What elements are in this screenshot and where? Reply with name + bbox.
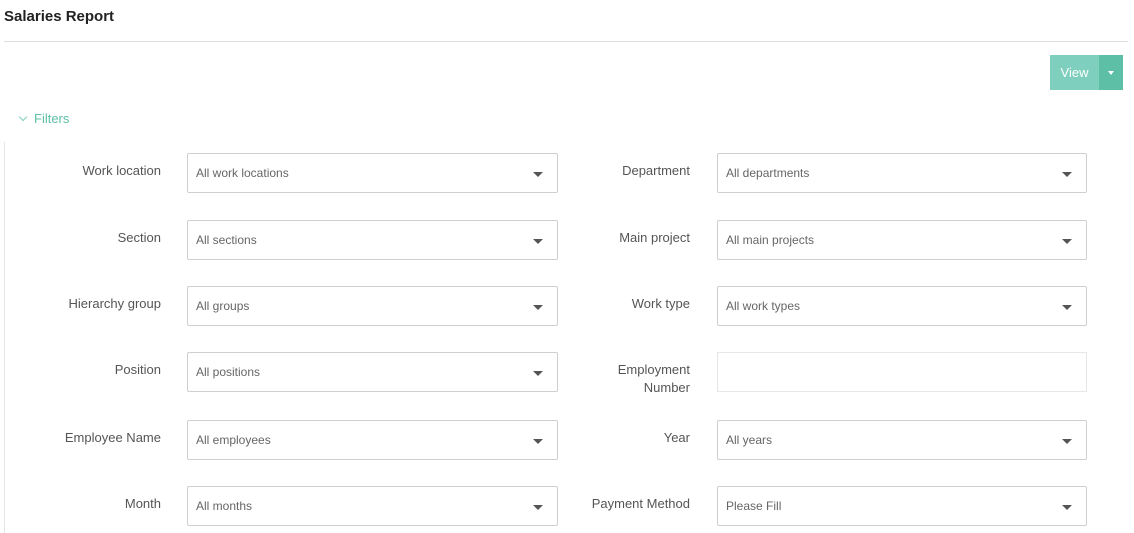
month-select[interactable]: All months <box>187 486 558 526</box>
work-type-value: All work types <box>726 299 801 313</box>
department-label: Department <box>622 163 690 178</box>
title-divider <box>4 41 1128 42</box>
dropdown-caret-icon <box>1062 172 1072 177</box>
dropdown-caret-icon <box>1062 305 1072 310</box>
employment-number-label: Employment Number <box>540 361 690 397</box>
work-location-select[interactable]: All work locations <box>187 153 558 193</box>
employee-name-label: Employee Name <box>64 430 161 445</box>
section-label: Section <box>117 230 161 245</box>
year-value: All years <box>726 433 773 447</box>
main-project-select[interactable]: All main projects <box>717 220 1087 260</box>
position-value: All positions <box>196 365 261 379</box>
year-select[interactable]: All years <box>717 420 1087 460</box>
view-dropdown-toggle[interactable] <box>1099 55 1123 90</box>
dropdown-caret-icon <box>1062 439 1072 444</box>
view-button[interactable]: View <box>1050 55 1099 90</box>
department-value: All departments <box>726 166 810 180</box>
dropdown-caret-icon <box>1062 505 1072 510</box>
payment-method-label: Payment Method <box>591 496 690 511</box>
hierarchy-group-label: Hierarchy group <box>68 296 162 311</box>
filters-toggle[interactable]: Filters <box>18 111 69 126</box>
payment-method-select[interactable]: Please Fill <box>717 486 1087 526</box>
work-type-label: Work type <box>631 296 690 311</box>
month-label: Month <box>124 496 161 511</box>
main-project-value: All main projects <box>726 233 815 247</box>
dropdown-caret-icon <box>1062 239 1072 244</box>
employment-number-label-line2: Number <box>643 380 690 395</box>
caret-down-icon <box>1108 70 1114 75</box>
main-project-label: Main project <box>619 230 690 245</box>
filters-toggle-label: Filters <box>34 111 70 126</box>
hierarchy-group-value: All groups <box>196 299 250 313</box>
employment-number-input[interactable] <box>717 352 1087 392</box>
month-value: All months <box>196 499 253 513</box>
chevron-down-icon <box>18 112 28 121</box>
payment-method-value: Please Fill <box>726 499 782 513</box>
department-select[interactable]: All departments <box>717 153 1087 193</box>
section-select[interactable]: All sections <box>187 220 558 260</box>
view-button-group: View <box>1050 55 1123 90</box>
position-label: Position <box>114 362 161 377</box>
section-value: All sections <box>196 233 257 247</box>
salaries-report-page: Salaries Report View Filters Work locati… <box>0 0 1134 533</box>
hierarchy-group-select[interactable]: All groups <box>187 286 558 326</box>
position-select[interactable]: All positions <box>187 352 558 392</box>
work-location-value: All work locations <box>196 166 289 180</box>
work-location-label: Work location <box>82 163 161 178</box>
page-title: Salaries Report <box>4 8 115 25</box>
filters-panel: Work location All work locations Departm… <box>4 142 1134 533</box>
employee-name-value: All employees <box>196 433 271 447</box>
employee-name-select[interactable]: All employees <box>187 420 558 460</box>
year-label: Year <box>663 430 690 445</box>
employment-number-label-line1: Employment <box>617 362 690 377</box>
work-type-select[interactable]: All work types <box>717 286 1087 326</box>
